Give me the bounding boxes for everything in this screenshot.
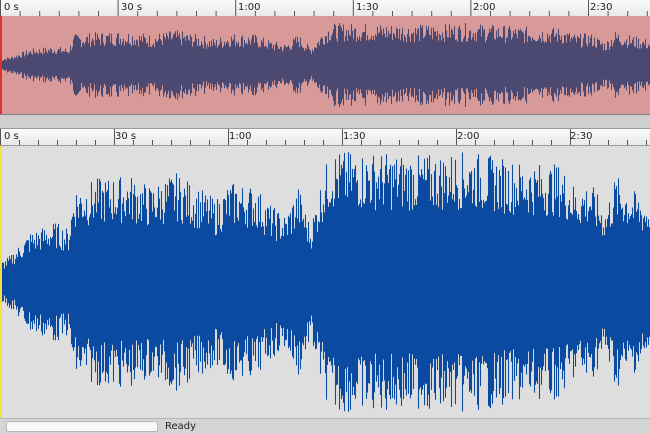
overview-waveform[interactable] — [0, 16, 650, 115]
status-text: Ready — [165, 421, 197, 432]
overview-time-ruler[interactable]: 0 s 30 s 1:00 1:30 2:00 2:30 — [0, 0, 650, 17]
main-waveform-graphic — [0, 146, 650, 418]
progress-bar — [6, 421, 158, 432]
ruler-ticks — [0, 0, 648, 16]
panel-separator — [0, 115, 650, 129]
ruler-ticks — [0, 129, 647, 145]
main-time-ruler[interactable]: 0 s 30 s 1:00 1:30 2:00 2:30 — [0, 129, 650, 146]
main-waveform-view[interactable] — [0, 146, 650, 418]
overview-waveform-graphic — [0, 16, 650, 114]
status-bar: Ready — [0, 418, 650, 434]
